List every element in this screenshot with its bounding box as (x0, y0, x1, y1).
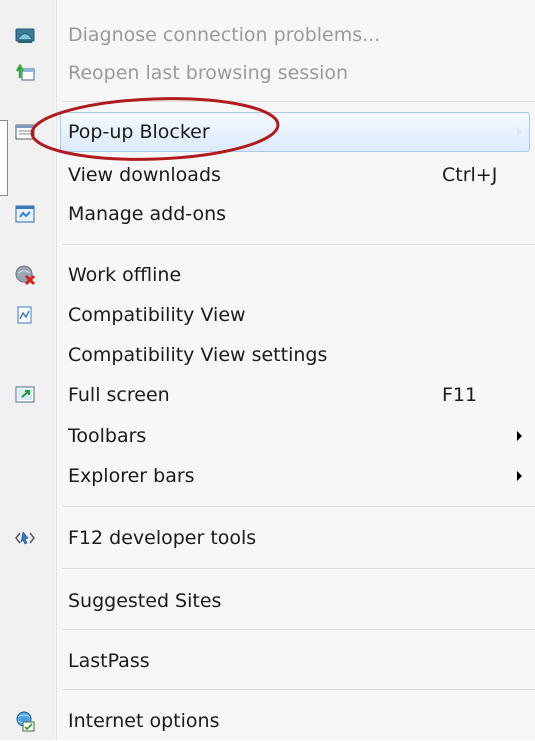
annotation-circle (30, 97, 280, 161)
tools-menu: Diagnose connection problems... Reopen l… (0, 0, 535, 740)
